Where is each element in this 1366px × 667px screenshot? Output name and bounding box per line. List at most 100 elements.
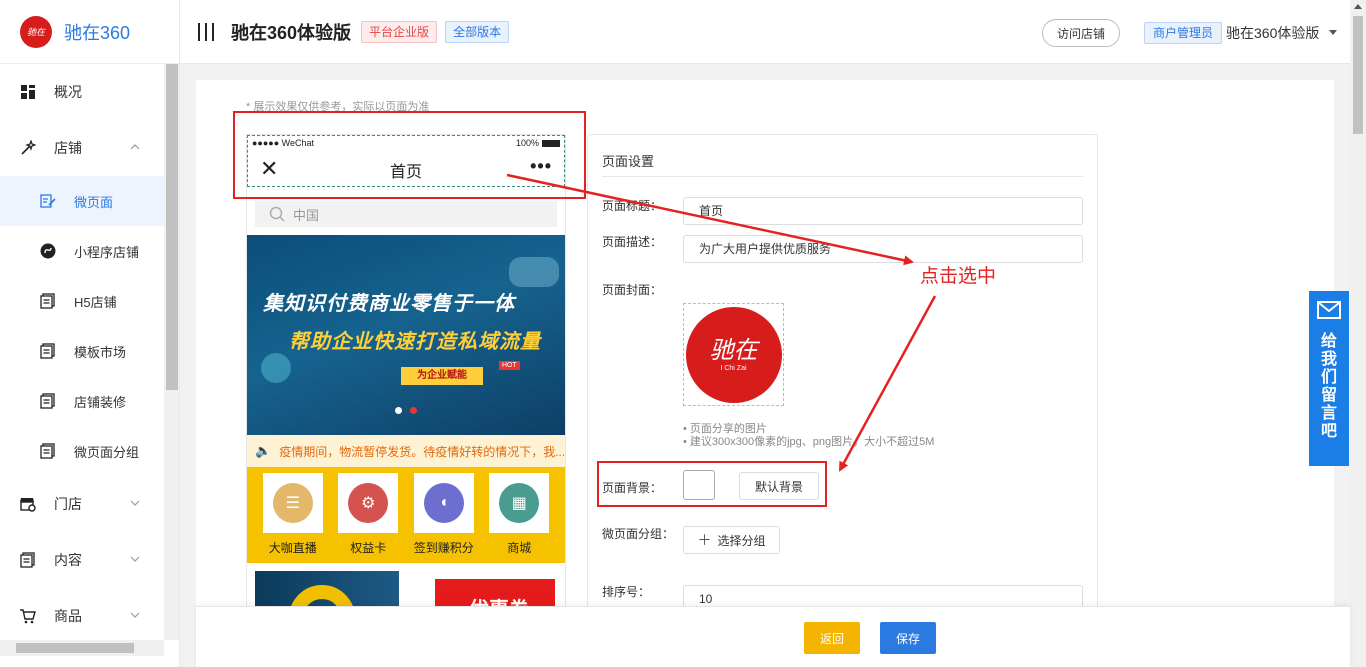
mail-icon [261,353,291,383]
plus-icon: ＋ [697,532,712,548]
carousel-dot[interactable] [395,407,402,414]
user-menu[interactable]: 驰在360体验版 [1226,23,1319,43]
chevron-up-icon [130,144,140,150]
sidebar-item-label: 店铺 [54,140,82,156]
carousel-dots[interactable] [395,407,417,414]
title-label: 页面标题： [602,199,663,213]
announcement-text: 疫情期间，物流暂停发货。待疫情好转的情况下，我... [279,444,565,459]
page-title: 驰在360体验版 [231,22,352,43]
search-icon [269,206,285,222]
magic-wand-icon [20,140,36,156]
title-input[interactable]: 首页 [683,197,1083,225]
store-settings-icon [20,496,36,512]
cover-label: 页面封面： [602,283,663,297]
layout-icon: ▦ [499,483,540,523]
visit-shop-button[interactable]: 访问店铺 [1042,19,1120,47]
platform-badge: 平台企业版 [361,20,438,43]
sidebar-item-products[interactable]: 商品 [0,588,164,644]
grid-item-label: 签到赚积分 [413,541,474,555]
sidebar-item-store[interactable]: 门店 [0,476,164,532]
sidebar-item-label: 微页面分组 [74,444,140,460]
sidebar-item-overview[interactable]: 概况 [0,64,164,120]
document-icon [20,552,36,568]
sidebar-item-label: H5店铺 [74,294,117,310]
page-scrollbar[interactable] [1350,0,1366,667]
select-group-button[interactable]: ＋ 选择分组 [683,526,780,554]
banner-image[interactable]: 集知识付费商业零售于一体 帮助企业快速打造私域流量 为企业赋能 HOT [247,235,565,435]
grid-item-label: 商城 [507,541,532,555]
sidebar-item-shop-decoration[interactable]: 店铺装修 [0,376,164,426]
live-icon: ☰ [272,483,313,523]
group-label: 微页面分组： [602,527,675,541]
sidebar-scrollbar-thumb[interactable] [166,64,178,390]
mail-icon [1317,301,1341,319]
sidebar-item-content[interactable]: 内容 [0,532,164,588]
back-button[interactable]: 返回 [804,622,860,654]
banner-tag: 为企业赋能 [401,367,483,385]
sidebar-scrollbar[interactable] [164,64,179,640]
version-badge: 全部版本 [445,20,510,43]
sort-label: 排序号： [602,585,651,599]
cover-upload[interactable]: 驰在 I Chi Zai [683,303,784,406]
sidebar-item-template-market[interactable]: 模板市场 [0,326,164,376]
phone-search-bar[interactable]: 中国 [255,201,557,227]
grid-item-live[interactable]: ☰ 大咖直播 [262,473,323,563]
announcement-bar[interactable]: 🔈 疫情期间，物流暂停发货。待疫情好转的情况下，我... [247,435,565,467]
search-placeholder: 中国 [293,207,320,223]
document-icon [40,343,56,359]
sidebar-nav: 概况 店铺 微页面 小程序店铺 H5店铺 模板市场 店铺装修 微页面分组 门店 … [0,64,179,644]
menu-toggle-icon[interactable] [198,22,214,41]
settings-title: 页面设置 [602,154,655,169]
annotation-box-background [597,461,827,507]
edit-page-icon [40,193,56,209]
chevron-down-icon [130,500,140,506]
grid-item-label: 大咖直播 [268,541,317,555]
cloud-icon [509,257,559,287]
annotation-box-header [233,111,586,199]
carousel-dot-active[interactable] [410,407,417,414]
brand-logo: 驰在 [20,15,52,48]
description-label: 页面描述： [602,235,663,249]
description-input[interactable]: 为广大用户提供优质服务 [683,235,1083,263]
cover-hint-2: • 建议300x300像素的jpg、png图片，大小不超过5M [683,436,935,448]
banner-subheadline: 帮助企业快速打造私域流量 [289,331,541,353]
document-icon [40,443,56,459]
document-icon [40,393,56,409]
grid-item-checkin[interactable]: ◖ 签到赚积分 [413,473,474,563]
role-badge: 商户管理员 [1144,22,1223,44]
caret-down-icon[interactable] [1329,30,1337,35]
cover-logo-image: 驰在 I Chi Zai [685,306,782,403]
icon-grid-nav: ☰ 大咖直播 ⚙ 权益卡 ◖ 签到赚积分 ▦ 商城 [247,467,565,563]
sidebar-item-label: 微页面 [74,194,114,210]
feedback-widget[interactable]: 给我们留言吧 [1309,291,1349,466]
grid-item-mall[interactable]: ▦ 商城 [489,473,550,563]
cart-icon [20,608,36,624]
sidebar-horizontal-scrollbar[interactable] [0,640,164,656]
dashboard-icon [20,84,36,100]
page-settings-panel: 页面设置 页面标题： 首页 页面描述： 为广大用户提供优质服务 页面封面： 驰在… [587,134,1098,667]
sidebar-item-h5-shop[interactable]: H5店铺 [0,276,164,326]
sidebar-item-mini-program-shop[interactable]: 小程序店铺 [0,226,164,276]
chevron-down-icon [130,556,140,562]
sidebar-item-label: 模板市场 [74,344,127,360]
banner-headline: 集知识付费商业零售于一体 [263,293,515,315]
sidebar-item-label: 小程序店铺 [74,244,140,260]
action-bar: 返回 保存 [196,606,1350,667]
grid-item-card[interactable]: ⚙ 权益卡 [338,473,399,563]
scroll-up-icon[interactable] [1354,4,1362,9]
sidebar-item-micro-page[interactable]: 微页面 [0,176,164,226]
sidebar-item-shop[interactable]: 店铺 [0,120,164,176]
sidebar-item-micro-page-group[interactable]: 微页面分组 [0,426,164,476]
brand-header[interactable]: 驰在 驰在360 [0,0,179,64]
speaker-icon: ◖ [423,483,464,523]
divider [602,176,1083,177]
page-scrollbar-thumb[interactable] [1353,16,1363,134]
gear-icon: ⚙ [348,483,389,523]
save-button[interactable]: 保存 [880,622,936,654]
phone-preview: ●●●●● WeChat 100% ✕ 首页 ••• 中国 集知识付费商业零售于… [246,134,566,667]
sidebar-horizontal-scrollbar-thumb[interactable] [16,643,134,653]
sidebar-item-label: 概况 [54,84,82,100]
chevron-down-icon [130,612,140,618]
brand-name: 驰在360 [64,22,131,43]
hot-badge: HOT [499,361,520,370]
